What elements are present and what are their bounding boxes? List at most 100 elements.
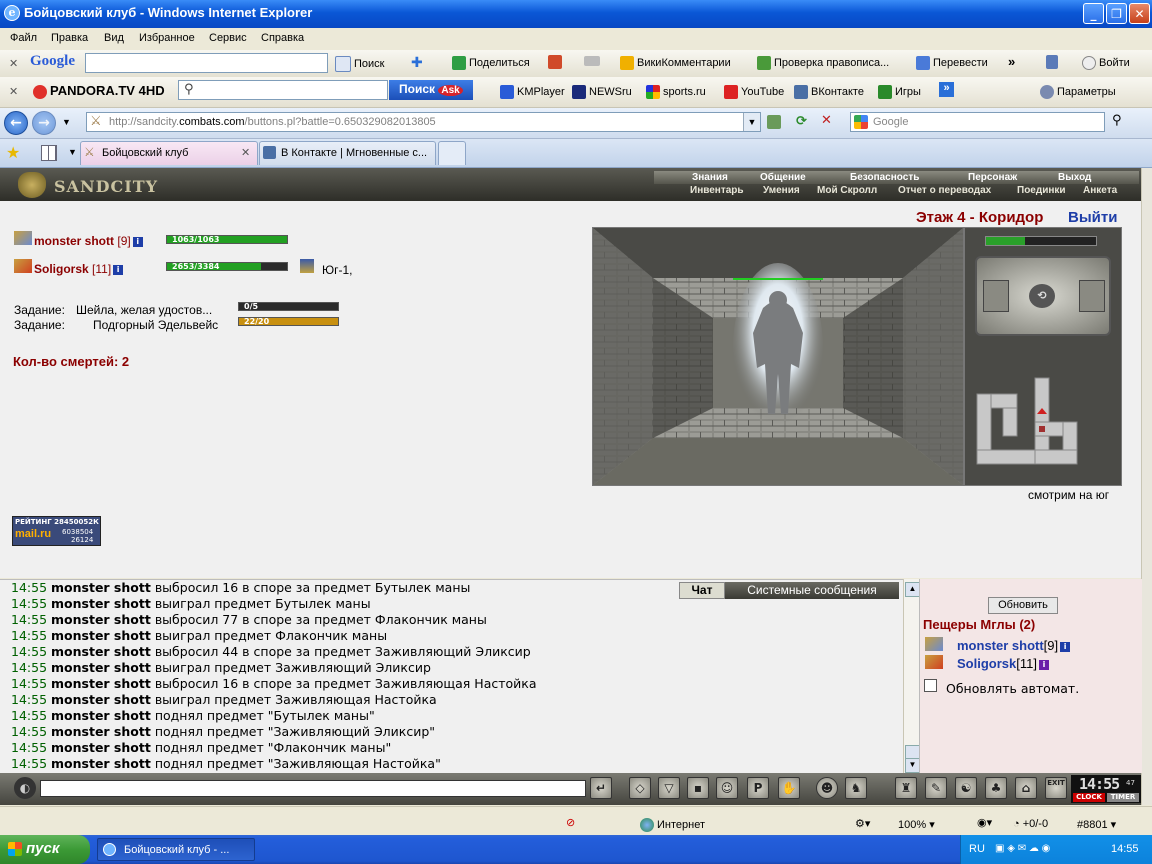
menu-file[interactable]: Файл [10,32,37,44]
link-youtube[interactable]: YouTube [724,85,784,99]
params-button[interactable]: Параметры [1040,85,1116,99]
toolbar-close-icon[interactable]: ✕ [9,57,18,70]
timer-label[interactable]: TIMER [1107,793,1139,802]
chat-log[interactable]: Чат Системные сообщения 14:55 monster sh… [0,579,903,774]
chat-nick[interactable]: monster shott [51,580,151,595]
bottle-icon[interactable]: ♜ [895,777,917,799]
share-button[interactable]: Поделиться [452,56,530,70]
tab-close-icon[interactable]: ✕ [241,146,250,159]
privacy-icon[interactable]: ⊘ [566,816,575,829]
online-user[interactable]: Soligorsk[11] i [957,656,1049,671]
info-icon[interactable]: i [1038,659,1049,670]
wrench-icon[interactable] [1046,55,1061,69]
tab-fightclub[interactable]: ⚔ Бойцовский клуб ✕ [80,141,258,165]
protected-mode-icon[interactable]: ⚙▾ [855,817,870,830]
nav-communication[interactable]: Общение [760,172,806,183]
media-icon[interactable]: ◉▾ [977,816,992,829]
stop-icon[interactable]: ✕ [821,113,832,128]
history-dropdown-icon[interactable]: ▼ [62,117,71,127]
cat-icon[interactable]: ♣ [985,777,1007,799]
chat-nick[interactable]: monster shott [51,676,151,691]
refresh-button[interactable]: Обновить [988,597,1058,614]
popup-blocker-icon[interactable] [548,55,565,69]
helmet-icon[interactable]: ♞ [845,777,867,799]
tab-system-messages[interactable]: Системные сообщения [725,582,899,599]
nav-transfers[interactable]: Отчет о переводах [898,185,991,196]
clock-label[interactable]: CLOCK [1073,793,1105,802]
player-name[interactable]: Soligorsk [11] i [34,262,124,276]
eraser-icon[interactable]: ◇ [629,777,651,799]
toolbar-close-icon[interactable]: ✕ [9,85,18,98]
filter-icon[interactable]: ▽ [658,777,680,799]
person-icon[interactable]: ☺ [716,777,738,799]
link-newsru[interactable]: NEWSru [572,85,632,99]
chat-nick[interactable]: monster shott [51,644,151,659]
google-search-box[interactable]: Google [850,112,1105,132]
zoom-level[interactable]: 100% ▾ [898,818,935,831]
nav-exit[interactable]: Выход [1058,172,1091,183]
menu-help[interactable]: Справка [261,32,304,44]
nav-profile[interactable]: Анкета [1083,185,1117,196]
tray-icons[interactable]: ▣ ◈ ✉ ☁ ◉ [995,843,1050,854]
minimize-button[interactable]: _ [1083,3,1104,24]
scroll-thumb[interactable] [905,745,920,759]
nav-battles[interactable]: Поединки [1017,185,1066,196]
nav-inventory[interactable]: Инвентарь [690,185,744,196]
scroll-down-icon[interactable]: ▼ [905,758,920,773]
chat-nick[interactable]: monster shott [51,708,151,723]
menu-tools[interactable]: Сервис [209,32,247,44]
online-user[interactable]: monster shott[9] i [957,638,1071,653]
login-button[interactable]: Войти [1082,56,1130,70]
start-button[interactable]: пуск [0,835,90,864]
mailru-counter[interactable]: РЕЙТИНГ 28450052К mail.ru 6038504 26124 [12,516,101,546]
save-disk-icon[interactable]: ▪ [687,777,709,799]
chat-nick[interactable]: monster shott [51,724,151,739]
back-arrow-icon[interactable]: ← [4,111,28,135]
search-icon[interactable]: ⚲ [1112,113,1122,128]
player-name[interactable]: monster shott [9] i [34,234,143,248]
plus-icon[interactable]: ✚ [411,55,423,71]
sound-level[interactable]: ◔ +0/-0 [1013,818,1048,830]
chat-nick[interactable]: monster shott [51,612,151,627]
status-code[interactable]: #8801 ▾ [1077,818,1116,831]
chat-input[interactable] [40,780,586,797]
sandcity-logo[interactable]: SANDCITY [14,172,157,198]
info-icon[interactable]: i [1060,641,1071,652]
google-search-button[interactable]: Поиск [335,56,384,72]
turn-left-button[interactable] [983,280,1009,312]
task-text[interactable]: Подгорный Эдельвейс [93,318,237,332]
translate-button[interactable]: Перевести [916,56,988,70]
favorites-star-icon[interactable]: ★ [6,143,20,163]
refresh-icon[interactable]: ⟳ [796,114,807,129]
wiki-button[interactable]: ВикиКомментарии [620,56,731,70]
maximize-button[interactable]: ❐ [1106,3,1127,24]
menu-favorites[interactable]: Избранное [139,32,195,44]
info-icon[interactable]: i [132,236,143,247]
mask-icon[interactable]: ☯ [955,777,977,799]
chat-nick[interactable]: monster shott [51,628,151,643]
link-games[interactable]: Игры [878,85,921,99]
forward-arrow-icon[interactable]: → [32,111,56,135]
close-button[interactable]: ✕ [1129,3,1150,24]
scroll-up-icon[interactable]: ▲ [905,582,920,597]
link-sports[interactable]: sports.ru [646,85,706,99]
chat-nick[interactable]: monster shott [51,596,151,611]
exit-link[interactable]: Выйти [1068,209,1117,226]
private-message-icon[interactable]: P [747,777,769,799]
url-input[interactable]: ⚔ http://sandcity.combats.com/buttons.pl… [86,112,761,132]
tab-vkontakte[interactable]: В Контакте | Мгновенные с... [259,141,436,165]
google-search-input[interactable] [85,53,328,73]
zone-indicator[interactable]: Интернет [640,818,705,832]
turn-arrows-icon[interactable]: ⟲ [1029,284,1055,308]
hand-icon[interactable]: ✋ [778,777,800,799]
language-indicator[interactable]: RU [969,843,985,855]
nav-knowledge[interactable]: Знания [692,172,728,183]
info-icon[interactable]: i [113,264,124,275]
smiley-icon[interactable]: ☻ [816,777,838,799]
new-tab-button[interactable] [438,141,466,165]
compass-control[interactable]: ⟲ [975,256,1111,336]
exit-door-icon[interactable]: EXIT [1045,777,1067,799]
link-kmplayer[interactable]: KMPlayer [500,85,565,99]
tab-chat[interactable]: Чат [679,582,725,599]
link-vkontakte[interactable]: ВКонтакте [794,85,864,99]
